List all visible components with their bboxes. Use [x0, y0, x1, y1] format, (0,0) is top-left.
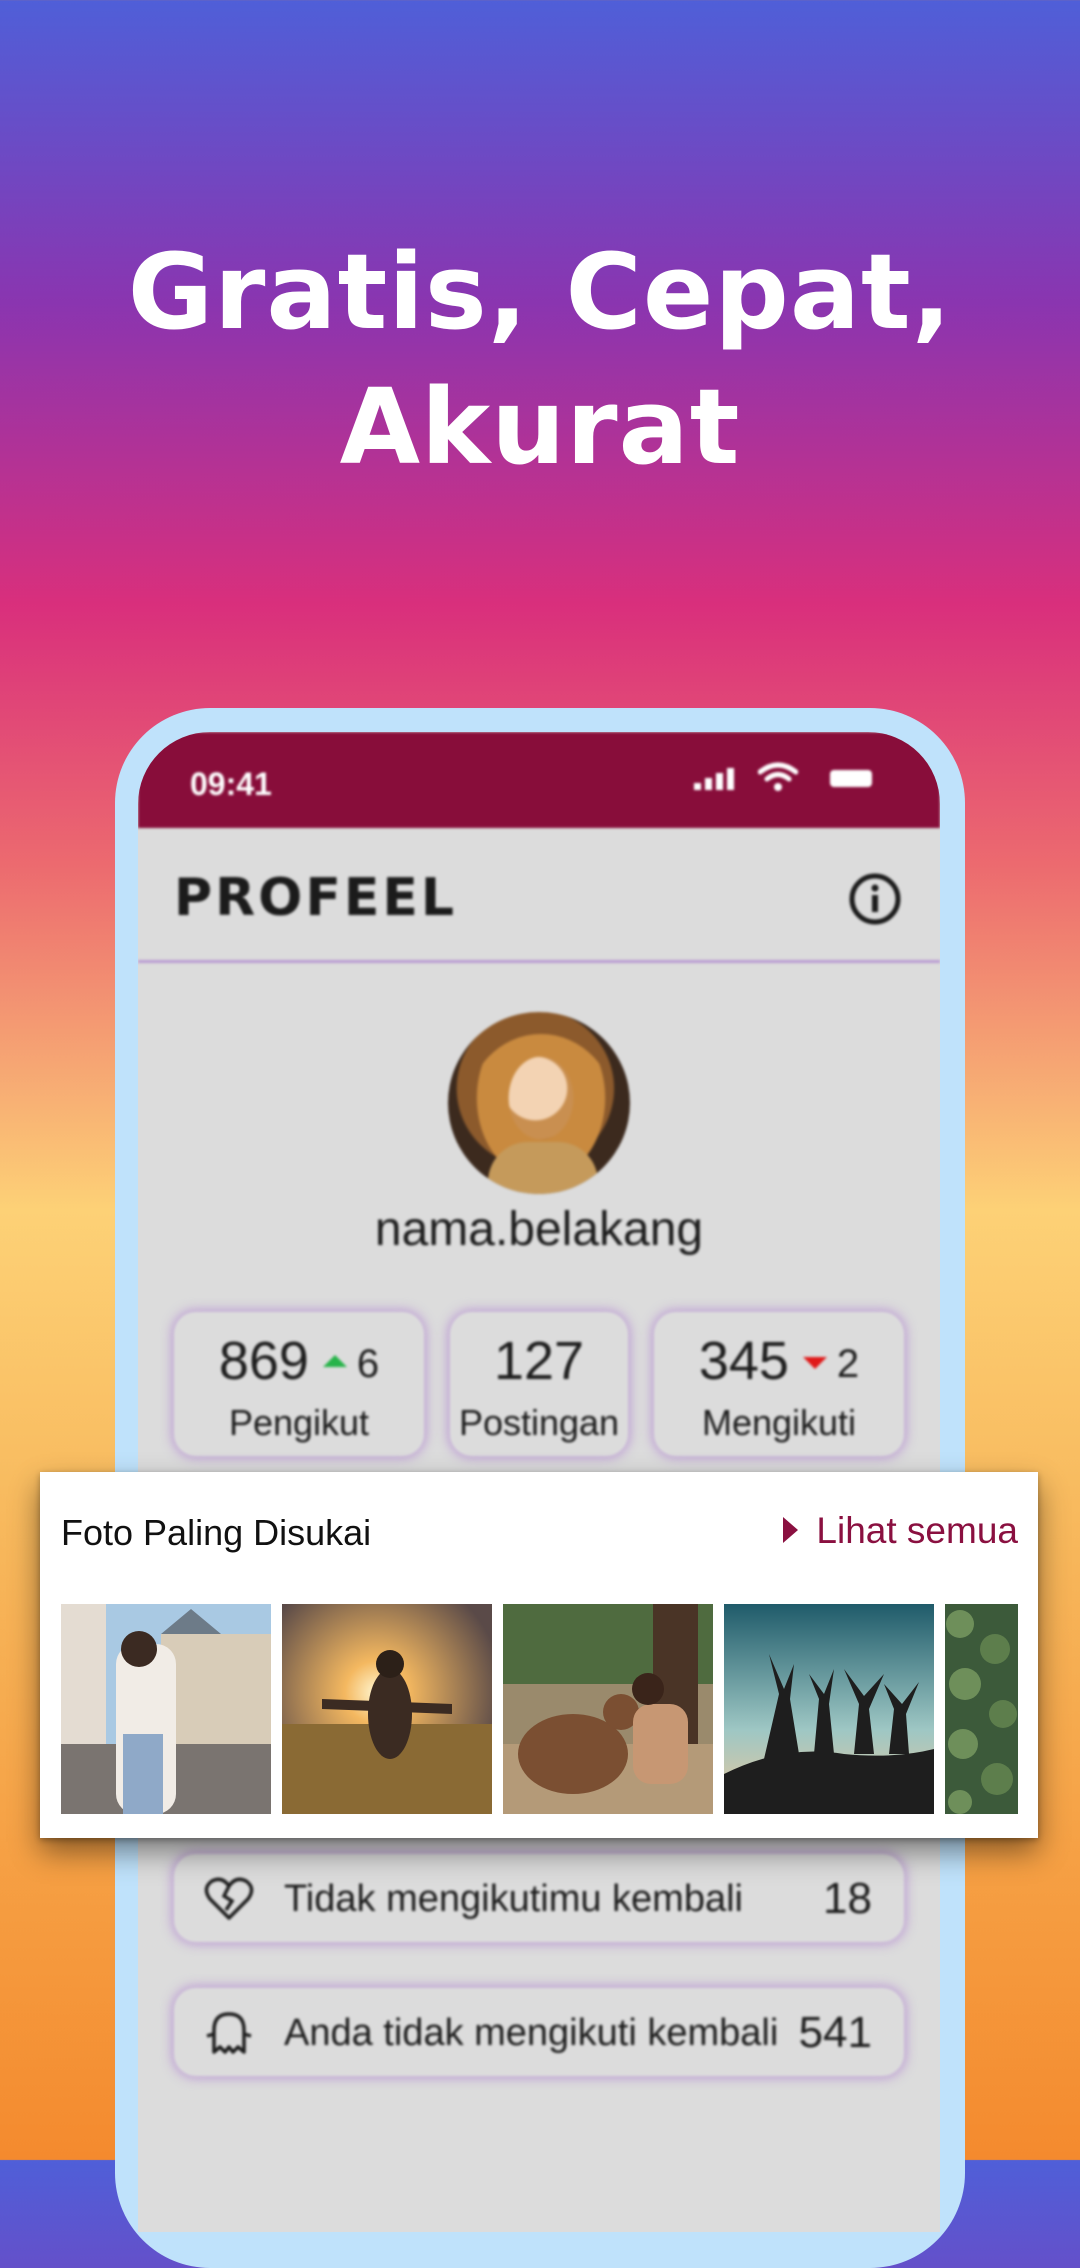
top-photos-card: Foto Paling Disukai Lihat semua [40, 1472, 1038, 1838]
username: nama.belakang [374, 1203, 704, 1256]
not-following-back-row[interactable]: Tidak mengikutimu kembali 18 [174, 1854, 904, 1942]
status-time: 09:41 [190, 766, 272, 802]
photo-thumb-5[interactable] [945, 1604, 1018, 1814]
not-following-back-label: Tidak mengikutimu kembali [284, 1878, 743, 1920]
headline: Gratis, Cepat, Akurat [0, 225, 1080, 495]
posts-count: 127 [493, 1331, 585, 1391]
following-delta: 2 [836, 1342, 860, 1387]
following-label: Mengikuti [701, 1402, 857, 1443]
following-count-row: 345 2 [654, 1330, 904, 1392]
status-bar: 09:41 [138, 732, 940, 828]
you-dont-follow-back-count: 541 [798, 2008, 872, 2057]
followers-count: 869 [218, 1331, 309, 1391]
headline-line-2: Akurat [339, 366, 741, 488]
broken-heart-icon [204, 1877, 254, 1920]
photo-thumb-3[interactable] [503, 1604, 713, 1814]
photo-thumb-2[interactable] [282, 1604, 492, 1814]
app-brand: PROFEEL [174, 868, 458, 928]
followers-label: Pengikut [228, 1402, 370, 1443]
info-icon[interactable] [848, 872, 902, 926]
following-card[interactable]: 345 2 Mengikuti [654, 1312, 904, 1456]
top-photos-title: Foto Paling Disukai [61, 1512, 372, 1553]
photo-thumb-1[interactable] [61, 1604, 271, 1814]
trend-down-icon [802, 1356, 827, 1369]
see-all-label: Lihat semua [816, 1510, 1018, 1551]
followers-card[interactable]: 869 6 Pengikut [174, 1312, 424, 1456]
you-dont-follow-back-label: Anda tidak mengikuti kembali [284, 2012, 779, 2054]
followers-delta: 6 [356, 1342, 380, 1387]
signal-icon [694, 768, 734, 790]
followers-count-row: 869 6 [174, 1330, 424, 1392]
posts-label: Postingan [458, 1402, 620, 1443]
trend-up-icon [322, 1354, 347, 1367]
avatar[interactable] [448, 1012, 630, 1194]
battery-icon [830, 770, 872, 787]
following-count: 345 [698, 1331, 789, 1391]
play-arrow-icon [783, 1517, 799, 1544]
not-following-back-count: 18 [823, 1874, 872, 1923]
posts-card[interactable]: 127 Postingan [450, 1312, 628, 1456]
wifi-icon [758, 762, 798, 791]
photo-thumb-4[interactable] [724, 1604, 934, 1814]
ghost-icon [206, 2012, 252, 2054]
you-dont-follow-back-row[interactable]: Anda tidak mengikuti kembali 541 [174, 1988, 904, 2076]
app-bar: PROFEEL [138, 828, 940, 963]
see-all-link[interactable]: Lihat semua [783, 1510, 1018, 1552]
headline-line-1: Gratis, Cepat, [127, 231, 953, 353]
